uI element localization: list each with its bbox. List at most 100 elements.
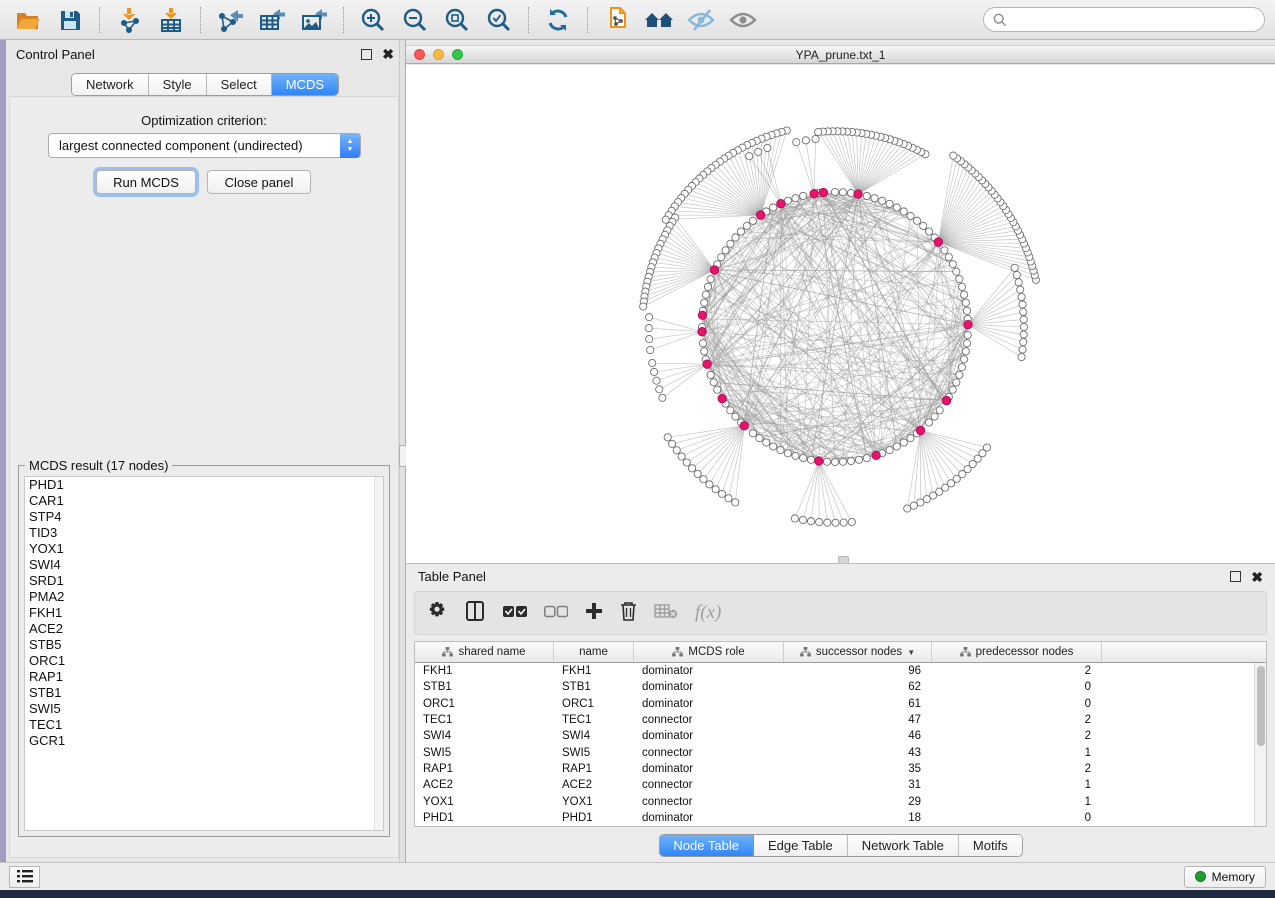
table-row[interactable]: RAP1RAP1dominator352 bbox=[415, 761, 1266, 777]
network-node[interactable] bbox=[961, 291, 968, 298]
float-panel-icon[interactable] bbox=[361, 49, 372, 60]
network-hub-node[interactable] bbox=[698, 311, 706, 319]
network-node[interactable] bbox=[701, 299, 708, 306]
column-header-MCDS-role[interactable]: MCDS role bbox=[634, 642, 784, 662]
mcds-result-item[interactable]: RAP1 bbox=[25, 669, 383, 685]
network-node[interactable] bbox=[683, 459, 690, 466]
network-node[interactable] bbox=[725, 495, 732, 502]
table-tab-motifs[interactable]: Motifs bbox=[959, 835, 1022, 856]
network-titlebar[interactable]: YPA_prune.txt_1 bbox=[406, 45, 1275, 64]
network-node[interactable] bbox=[958, 283, 965, 290]
network-node[interactable] bbox=[800, 192, 807, 199]
network-node[interactable] bbox=[1019, 346, 1026, 353]
hide-selected-button[interactable] bbox=[683, 4, 719, 36]
network-node[interactable] bbox=[893, 443, 900, 450]
mcds-result-item[interactable]: PHD1 bbox=[25, 477, 383, 493]
network-node[interactable] bbox=[945, 254, 952, 261]
import-table-button[interactable] bbox=[153, 4, 189, 36]
network-node[interactable] bbox=[907, 212, 914, 219]
network-node[interactable] bbox=[1019, 301, 1026, 308]
mcds-result-item[interactable]: STP4 bbox=[25, 509, 383, 525]
network-hub-node[interactable] bbox=[718, 394, 726, 402]
network-node[interactable] bbox=[1018, 353, 1025, 360]
network-node[interactable] bbox=[958, 364, 965, 371]
network-node[interactable] bbox=[913, 217, 920, 224]
network-node[interactable] bbox=[701, 348, 708, 355]
vertical-splitter[interactable] bbox=[399, 40, 406, 862]
first-neighbors-button[interactable] bbox=[641, 4, 677, 36]
network-node[interactable] bbox=[707, 371, 714, 378]
network-node[interactable] bbox=[807, 518, 814, 525]
network-node[interactable] bbox=[832, 519, 839, 526]
table-row[interactable]: TEC1TEC1connector472 bbox=[415, 712, 1266, 728]
network-node[interactable] bbox=[756, 435, 763, 442]
network-node[interactable] bbox=[746, 153, 753, 160]
network-hub-node[interactable] bbox=[854, 190, 862, 198]
mcds-result-item[interactable]: ACE2 bbox=[25, 621, 383, 637]
network-hub-node[interactable] bbox=[810, 189, 818, 197]
network-node[interactable] bbox=[777, 447, 784, 454]
settings-gear-icon[interactable] bbox=[427, 601, 447, 625]
scrollbar-thumb[interactable] bbox=[1257, 666, 1265, 746]
network-node[interactable] bbox=[963, 307, 970, 314]
network-node[interactable] bbox=[900, 439, 907, 446]
mcds-result-item[interactable]: SWI4 bbox=[25, 557, 383, 573]
network-node[interactable] bbox=[784, 450, 791, 457]
network-node[interactable] bbox=[799, 516, 806, 523]
tab-mcds[interactable]: MCDS bbox=[272, 74, 338, 95]
table-tab-node-table[interactable]: Node Table bbox=[659, 835, 754, 856]
network-node[interactable] bbox=[722, 247, 729, 254]
table-row[interactable]: ORC1ORC1dominator610 bbox=[415, 696, 1266, 712]
network-node[interactable] bbox=[839, 189, 846, 196]
network-hub-node[interactable] bbox=[942, 396, 950, 404]
mcds-result-item[interactable]: SRD1 bbox=[25, 573, 383, 589]
network-node[interactable] bbox=[764, 144, 771, 151]
network-node[interactable] bbox=[743, 222, 750, 229]
network-node[interactable] bbox=[949, 261, 956, 268]
network-node[interactable] bbox=[732, 413, 739, 420]
network-node[interactable] bbox=[1017, 286, 1024, 293]
network-node[interactable] bbox=[956, 371, 963, 378]
network-node[interactable] bbox=[831, 458, 838, 465]
network-node[interactable] bbox=[931, 413, 938, 420]
network-node[interactable] bbox=[664, 434, 671, 441]
table-row[interactable]: PHD1PHD1dominator180 bbox=[415, 810, 1266, 826]
show-all-button[interactable] bbox=[725, 4, 761, 36]
mcds-result-item[interactable]: PMA2 bbox=[25, 589, 383, 605]
network-node[interactable] bbox=[668, 440, 675, 447]
network-node[interactable] bbox=[1020, 308, 1027, 315]
network-node[interactable] bbox=[700, 476, 707, 483]
network-node[interactable] bbox=[839, 458, 846, 465]
network-node[interactable] bbox=[1020, 323, 1027, 330]
network-hub-node[interactable] bbox=[916, 426, 924, 434]
zoom-in-button[interactable] bbox=[355, 4, 391, 36]
mcds-result-item[interactable]: FKH1 bbox=[25, 605, 383, 621]
column-header-predecessor-nodes[interactable]: predecessor nodes bbox=[932, 642, 1102, 662]
network-node[interactable] bbox=[704, 283, 711, 290]
table-row[interactable]: SWI5SWI5connector431 bbox=[415, 744, 1266, 760]
export-table-button[interactable] bbox=[254, 4, 290, 36]
network-node[interactable] bbox=[800, 454, 807, 461]
mcds-result-item[interactable]: CAR1 bbox=[25, 493, 383, 509]
network-node[interactable] bbox=[847, 189, 854, 196]
network-node[interactable] bbox=[863, 454, 870, 461]
network-node[interactable] bbox=[893, 204, 900, 211]
network-node[interactable] bbox=[961, 356, 968, 363]
network-node[interactable] bbox=[714, 386, 721, 393]
network-node[interactable] bbox=[718, 490, 725, 497]
network-node[interactable] bbox=[925, 419, 932, 426]
network-node[interactable] bbox=[763, 439, 770, 446]
select-all-icon[interactable] bbox=[503, 604, 527, 623]
network-node[interactable] bbox=[673, 447, 680, 454]
network-node[interactable] bbox=[886, 447, 893, 454]
table-row[interactable]: YOX1YOX1connector291 bbox=[415, 793, 1266, 809]
network-node[interactable] bbox=[1015, 279, 1022, 286]
network-hub-node[interactable] bbox=[703, 360, 711, 368]
import-network-button[interactable] bbox=[111, 4, 147, 36]
mcds-result-item[interactable]: TEC1 bbox=[25, 717, 383, 733]
network-node[interactable] bbox=[737, 228, 744, 235]
network-node[interactable] bbox=[802, 137, 809, 144]
mcds-result-item[interactable]: YOX1 bbox=[25, 541, 383, 557]
table-tab-network-table[interactable]: Network Table bbox=[848, 835, 959, 856]
mcds-result-item[interactable]: SWI5 bbox=[25, 701, 383, 717]
